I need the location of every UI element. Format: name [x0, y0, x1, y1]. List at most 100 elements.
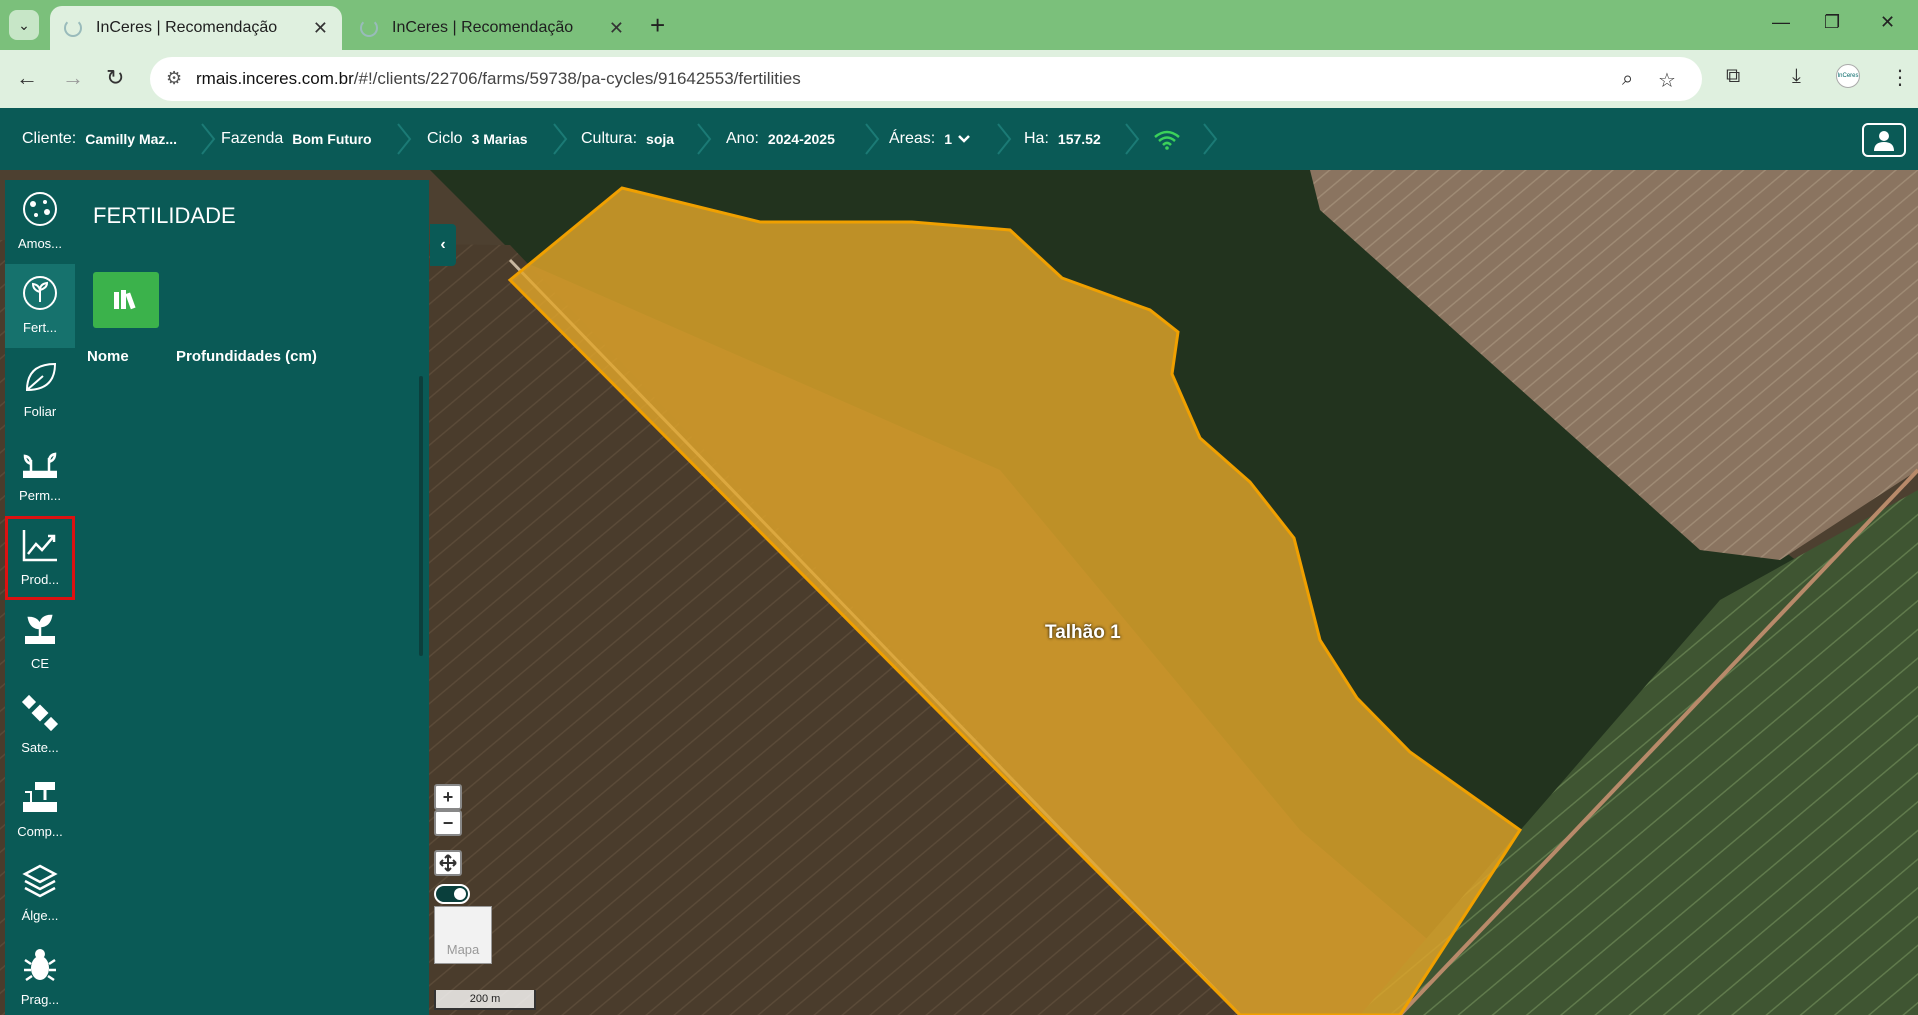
breadcrumb-fazenda[interactable]: Fazenda Bom Futuro	[221, 108, 372, 170]
compaction-icon	[23, 782, 57, 812]
breadcrumb-chevron-icon	[1125, 123, 1140, 155]
sidebar-item-label: Comp...	[17, 824, 63, 839]
ha-label: Ha:	[1024, 130, 1049, 147]
minimize-icon[interactable]: —	[1772, 12, 1790, 33]
sidebar-item-amostragem[interactable]: Amos...	[5, 180, 75, 264]
profile-avatar[interactable]: InCeres	[1836, 64, 1860, 88]
bookmark-star-icon[interactable]: ☆	[1658, 68, 1676, 93]
sidebar-item-fertilidade[interactable]: Fert...	[5, 264, 75, 348]
ciclo-value: 3 Marias	[471, 131, 528, 147]
sidebar-item-permanente[interactable]: Perm...	[5, 432, 75, 516]
basemap-switcher[interactable]: Mapa	[434, 906, 492, 964]
column-header-profundidades: Profundidades (cm)	[176, 348, 317, 365]
breadcrumb-chevron-icon	[201, 123, 216, 155]
new-tab-button[interactable]: +	[650, 10, 665, 41]
sidebar-item-label: Perm...	[19, 488, 61, 503]
areas-value: 1	[944, 131, 953, 147]
breadcrumb-cliente[interactable]: Cliente: Camilly Maz...	[22, 108, 177, 170]
breadcrumb-chevron-icon	[697, 123, 712, 155]
wifi-icon	[1154, 130, 1180, 150]
tab-title: InCeres | Recomendação	[392, 19, 574, 36]
zoom-out-button[interactable]: −	[434, 810, 462, 836]
browser-tab[interactable]: InCeres | Recomendação ✕	[346, 6, 638, 50]
ha-value: 157.52	[1057, 131, 1101, 147]
tab-search-button[interactable]: ⌄	[9, 10, 39, 40]
app-header: Cliente: Camilly Maz... Fazenda Bom Futu…	[0, 108, 1918, 170]
forward-icon[interactable]: →	[62, 65, 84, 91]
url-text[interactable]: rmais.inceres.com.br/#!/clients/22706/fa…	[196, 69, 801, 89]
browser-tab-active[interactable]: InCeres | Recomendação ✕	[50, 6, 342, 50]
sidebar-item-produtividade[interactable]: Prod...	[5, 516, 75, 600]
sidebar-item-satelite[interactable]: Sate...	[5, 684, 75, 768]
zoom-in-button[interactable]: +	[434, 784, 462, 810]
productivity-chart-icon	[22, 530, 57, 562]
column-header-nome: Nome	[87, 348, 129, 365]
plants-icon	[23, 452, 57, 478]
breadcrumb-chevron-icon	[1203, 123, 1218, 155]
sidebar-item-ce[interactable]: CE	[5, 600, 75, 684]
ano-label: Ano:	[726, 130, 759, 147]
address-bar[interactable]: ⚙ rmais.inceres.com.br/#!/clients/22706/…	[150, 57, 1702, 101]
url-host: rmais.inceres.com.br	[196, 69, 354, 88]
close-tab-icon[interactable]: ✕	[609, 18, 624, 39]
zoom-icon[interactable]: ⌕	[1622, 68, 1633, 91]
layer-toggle[interactable]	[434, 884, 470, 904]
sidebar-item-foliar[interactable]: Foliar	[5, 348, 75, 432]
loading-icon	[360, 19, 378, 37]
cultura-value: soja	[646, 131, 675, 147]
fertility-panel: FERTILIDADE Nome Profundidades (cm)	[75, 180, 429, 1015]
site-info-icon[interactable]: ⚙	[166, 68, 182, 89]
cultura-label: Cultura:	[581, 130, 638, 147]
user-icon	[1874, 131, 1894, 151]
breadcrumb-cultura[interactable]: Cultura: soja	[581, 108, 674, 170]
chevron-down-icon: ⌄	[18, 16, 30, 33]
breadcrumb-ha: Ha: 157.52	[1024, 108, 1101, 170]
breadcrumb-ciclo[interactable]: Ciclo 3 Marias	[427, 108, 528, 170]
back-icon[interactable]: ←	[16, 65, 38, 91]
move-icon	[439, 854, 457, 872]
sidebar-item-algebra[interactable]: Álge...	[5, 852, 75, 936]
extensions-icon[interactable]: ⧉	[1726, 65, 1740, 88]
reload-icon[interactable]: ↻	[106, 65, 124, 91]
chevron-left-icon: ‹	[440, 236, 446, 253]
sidebar-item-compactacao[interactable]: Comp...	[5, 768, 75, 852]
basemap-label: Mapa	[446, 942, 480, 957]
breadcrumb-chevron-icon	[865, 123, 880, 155]
sidebar-item-label: Fert...	[23, 320, 57, 335]
panel-title: FERTILIDADE	[93, 203, 236, 228]
areas-dropdown[interactable]: Áreas: 1	[889, 108, 971, 170]
field-label: Talhão 1	[1045, 622, 1121, 643]
bug-icon	[24, 949, 56, 982]
tab-title: InCeres | Recomendação	[96, 19, 278, 36]
scrollbar[interactable]	[419, 376, 423, 656]
restore-icon[interactable]: ❐	[1824, 12, 1840, 33]
breadcrumb-ano[interactable]: Ano: 2024-2025	[726, 108, 835, 170]
sidebar-item-pragas[interactable]: Prag...	[5, 936, 75, 1015]
sidebar-item-label: Sate...	[21, 740, 59, 755]
browser-menu-icon[interactable]: ⋮	[1890, 65, 1910, 90]
ano-value: 2024-2025	[767, 131, 835, 147]
sidebar-item-label: Foliar	[23, 404, 57, 419]
scale-bar: 200 m	[434, 990, 536, 1010]
leaf-icon	[25, 362, 57, 392]
loading-icon	[64, 19, 82, 37]
sidebar-item-label: Álge...	[21, 908, 59, 923]
download-icon[interactable]: ⤓	[1792, 65, 1801, 88]
breadcrumb-chevron-icon	[397, 123, 412, 155]
sidebar-item-label: CE	[30, 656, 50, 671]
close-window-icon[interactable]: ✕	[1880, 12, 1895, 33]
layers-icon	[22, 864, 58, 898]
cliente-label: Cliente:	[22, 130, 77, 147]
fazenda-label: Fazenda	[221, 130, 284, 147]
close-tab-icon[interactable]: ✕	[313, 18, 328, 39]
library-button[interactable]	[93, 272, 159, 328]
browser-tab-bar: ⌄ InCeres | Recomendação ✕ InCeres | Rec…	[0, 0, 1918, 50]
user-menu-button[interactable]	[1862, 123, 1906, 157]
soil-sampling-icon	[23, 192, 57, 226]
sidebar-item-label: Prod...	[20, 572, 60, 587]
url-path: /#!/clients/22706/farms/59738/pa-cycles/…	[353, 69, 801, 88]
collapse-panel-button[interactable]: ‹	[430, 224, 456, 266]
pan-button[interactable]	[434, 850, 462, 876]
areas-label: Áreas:	[889, 130, 936, 147]
ciclo-label: Ciclo	[427, 130, 463, 147]
